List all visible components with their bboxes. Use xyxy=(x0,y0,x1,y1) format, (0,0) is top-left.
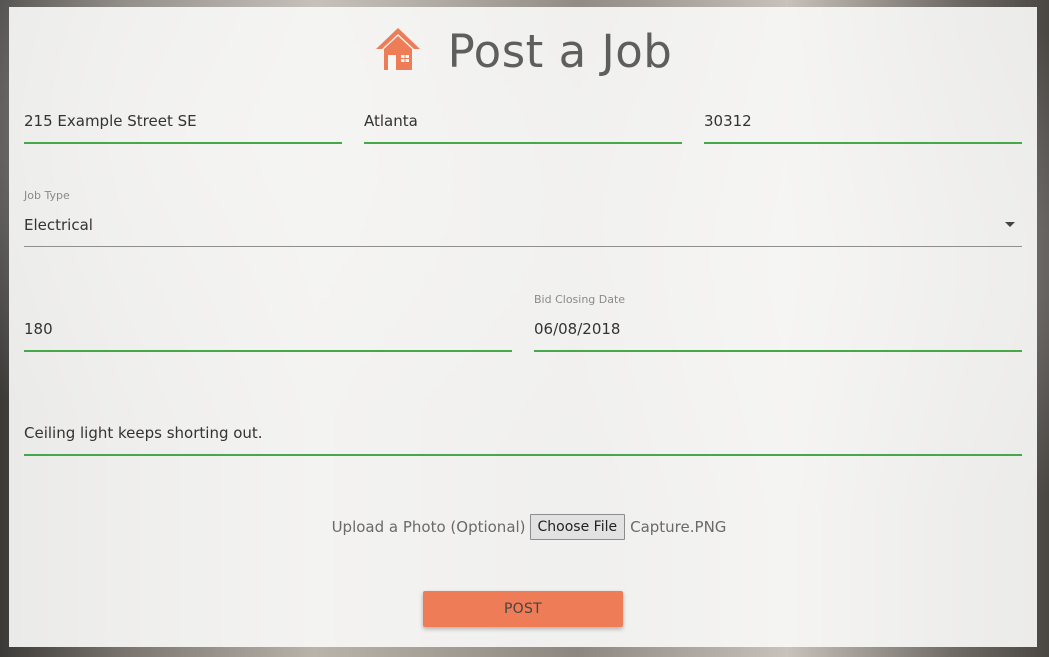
photo-upload-row: Upload a Photo (Optional) Choose File Ca… xyxy=(9,513,1037,541)
page-header: Post a Job xyxy=(9,21,1037,81)
home-icon xyxy=(375,28,420,70)
page-title: Post a Job xyxy=(447,24,673,78)
street-field[interactable]: 215 Example Street SE xyxy=(24,97,342,144)
choose-file-button[interactable]: Choose File xyxy=(529,514,626,540)
bid-closing-date-label: Bid Closing Date xyxy=(534,293,626,306)
job-type-select[interactable]: Job Type Electrical xyxy=(24,189,1022,247)
job-type-label: Job Type xyxy=(24,189,70,202)
bid-closing-date-value: 06/08/2018 xyxy=(534,320,621,338)
bid-closing-date-field[interactable]: Bid Closing Date 06/08/2018 xyxy=(534,293,1022,352)
upload-photo-label: Upload a Photo (Optional) xyxy=(331,518,526,536)
post-job-form: Post a Job 215 Example Street SE Atlanta… xyxy=(9,7,1037,647)
street-input-value: 215 Example Street SE xyxy=(24,112,197,130)
selected-file-name: Capture.PNG xyxy=(630,518,727,536)
city-field[interactable]: Atlanta xyxy=(364,97,682,144)
job-type-selected-value: Electrical xyxy=(24,216,93,234)
chevron-down-icon xyxy=(1005,222,1015,227)
city-input-value: Atlanta xyxy=(364,112,418,130)
zip-input-value: 30312 xyxy=(704,112,752,130)
budget-field[interactable]: 180 xyxy=(24,305,512,352)
post-button-label: POST xyxy=(503,601,543,617)
zip-field[interactable]: 30312 xyxy=(704,97,1022,144)
description-input-value: Ceiling light keeps shorting out. xyxy=(24,424,263,442)
post-button[interactable]: POST xyxy=(423,591,623,627)
description-field[interactable]: Ceiling light keeps shorting out. xyxy=(24,409,1022,456)
budget-input-value: 180 xyxy=(24,320,53,338)
